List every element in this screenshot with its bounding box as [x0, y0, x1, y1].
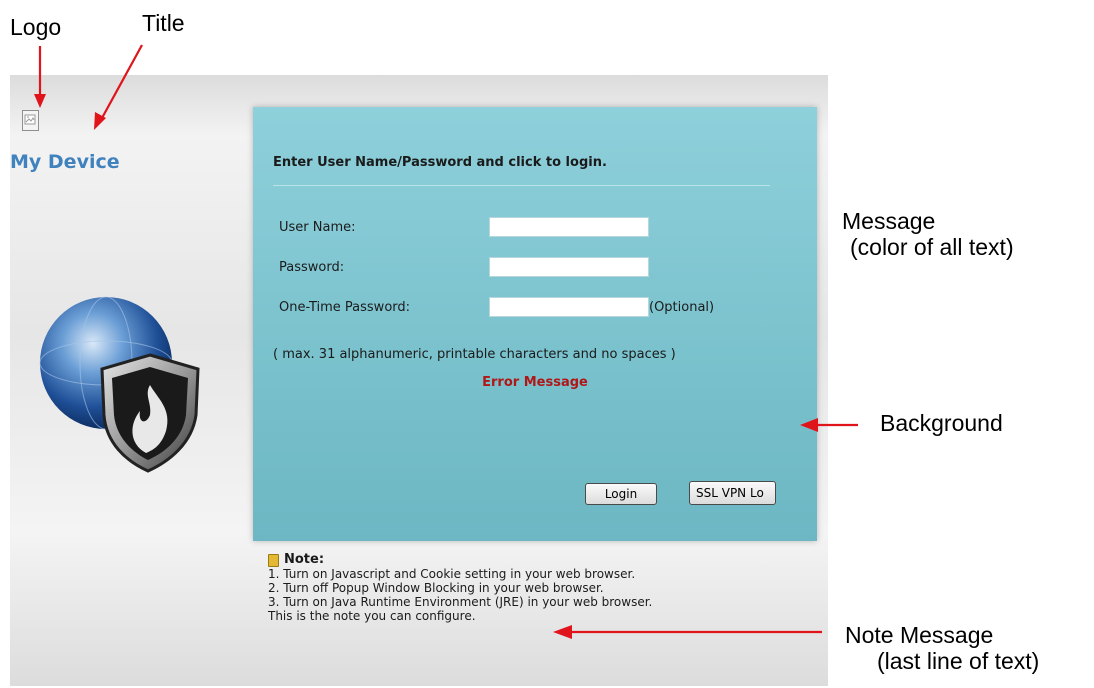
- login-screen: My Device Enter User Name/Password and c…: [10, 75, 828, 686]
- login-panel: Enter User Name/Password and click to lo…: [253, 107, 817, 541]
- password-input[interactable]: [489, 257, 649, 277]
- password-label: Password:: [279, 260, 345, 275]
- otp-label: One-Time Password:: [279, 300, 411, 315]
- device-title: My Device: [10, 151, 120, 173]
- annotation-message-line1: Message: [842, 208, 936, 234]
- annotation-logo: Logo: [10, 14, 62, 40]
- otp-input[interactable]: [489, 297, 649, 317]
- username-input[interactable]: [489, 217, 649, 237]
- note-title: Note:: [284, 552, 325, 567]
- note-line: 2. Turn off Popup Window Blocking in you…: [268, 581, 604, 595]
- annotation-title: Title: [142, 10, 185, 36]
- note-line: 1. Turn on Javascript and Cookie setting…: [268, 567, 636, 581]
- globe-shield-icon: [39, 296, 200, 473]
- divider: [273, 185, 770, 186]
- login-button[interactable]: Login: [585, 483, 657, 505]
- note-section: Note: 1. Turn on Javascript and Cookie s…: [268, 553, 652, 623]
- annotation-message-line2: (color of all text): [850, 234, 1014, 261]
- login-heading: Enter User Name/Password and click to lo…: [273, 155, 607, 170]
- note-custom-message: This is the note you can configure.: [268, 609, 476, 623]
- note-line: 3. Turn on Java Runtime Environment (JRE…: [268, 595, 653, 609]
- annotation-background: Background: [880, 410, 1003, 436]
- error-message: Error Message: [482, 375, 588, 390]
- otp-optional-text: (Optional): [649, 300, 715, 315]
- annotation-message: Message (color of all text): [842, 208, 1014, 261]
- annotation-note-message-line1: Note Message: [845, 622, 994, 648]
- broken-image-icon: [22, 110, 39, 131]
- ssl-vpn-login-button[interactable]: SSL VPN Lo: [689, 481, 776, 505]
- password-hint: ( max. 31 alphanumeric, printable charac…: [273, 347, 676, 362]
- annotation-note-message-line2: (last line of text): [877, 648, 1040, 675]
- note-book-icon: [268, 553, 279, 567]
- annotation-note-message: Note Message (last line of text): [845, 622, 1039, 675]
- username-label: User Name:: [279, 220, 356, 235]
